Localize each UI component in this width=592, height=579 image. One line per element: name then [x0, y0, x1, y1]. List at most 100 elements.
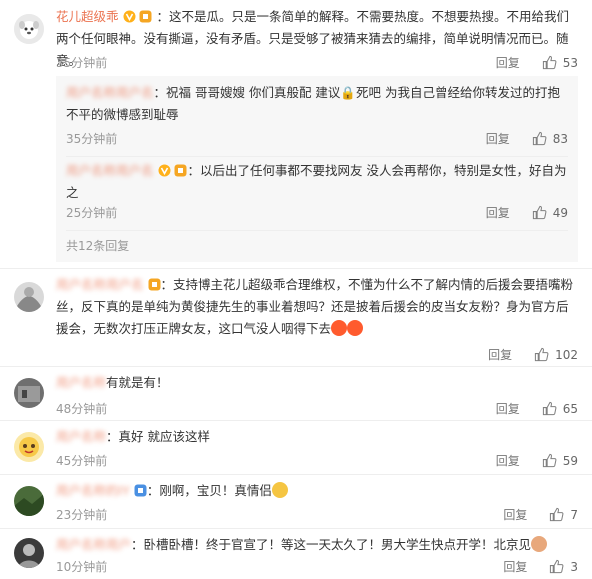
verified-badge-icon: [123, 8, 136, 23]
like-button[interactable]: 49: [532, 205, 568, 220]
face-emoji-icon: [531, 536, 548, 552]
fan-badge-icon: [148, 276, 161, 291]
comment-actions: 回复 102: [488, 346, 578, 363]
reply-actions: 回复 49: [486, 204, 568, 221]
comment-text: ：真好 就应该这样: [106, 429, 210, 444]
like-button[interactable]: 83: [532, 131, 568, 146]
like-count: 7: [570, 507, 578, 522]
like-button[interactable]: 3: [549, 559, 578, 574]
thumbs-up-icon: [550, 559, 564, 574]
divider: [0, 268, 592, 269]
like-button[interactable]: 53: [542, 55, 578, 70]
comment-body: 用户名称：真好 就应该这样: [56, 426, 578, 448]
avatar[interactable]: [14, 282, 44, 312]
thumbs-up-icon: [534, 347, 549, 362]
comment-text: ：刚啊，宝贝！真情侣: [146, 483, 272, 498]
reply-meta: 35分钟前 回复 83: [66, 130, 568, 148]
comment-actions: 回复 59: [496, 452, 578, 469]
comment-meta: 35分钟前 回复 53: [56, 54, 578, 72]
comment-body: 用户名称有就是有！: [56, 372, 578, 394]
timestamp: 10分钟前: [56, 560, 108, 574]
divider: [66, 230, 568, 231]
thumbs-up-icon: [532, 131, 547, 146]
thumbs-up-icon: [542, 453, 557, 468]
divider: [0, 528, 592, 529]
divider: [0, 366, 592, 367]
thumbs-up-icon: [542, 401, 557, 416]
thumbs-up-icon: [532, 205, 547, 220]
like-button[interactable]: 7: [549, 507, 578, 522]
like-count: 59: [562, 453, 578, 468]
reply-button[interactable]: 回复: [496, 452, 520, 469]
like-button[interactable]: 59: [542, 453, 578, 468]
reply-button[interactable]: 回复: [496, 400, 520, 417]
thumbs-up-icon: [542, 55, 557, 70]
like-count: 102: [555, 347, 578, 362]
username[interactable]: 用户名称用户名: [56, 277, 144, 292]
fan-badge-icon: [174, 162, 187, 177]
like-count: 3: [570, 559, 578, 574]
username[interactable]: 用户名称用户名: [66, 163, 154, 178]
comment-actions: 回复 3: [503, 558, 578, 575]
reply-button[interactable]: 回复: [486, 130, 510, 147]
timestamp: 35分钟前: [56, 56, 108, 70]
comment-meta: 23分钟前 回复 7: [56, 506, 578, 524]
reply-thread: 用户名称用户名：祝福 哥哥嫂嫂 你们真般配 建议🔒死吧 为我自己曾经给你转发过的…: [56, 76, 578, 262]
reply-body: 用户名称用户名 ：以后出了任何事都不要找网友 没人会再帮你，特别是女性，好自为之: [66, 160, 568, 204]
timestamp: 45分钟前: [56, 454, 108, 468]
like-count: 53: [562, 55, 578, 70]
comment-body: 用户名称用户：卧槽卧槽！终于官宣了！等这一天太久了！男大学生快点开学！北京见: [56, 534, 578, 556]
like-count: 65: [562, 401, 578, 416]
reply-meta: 25分钟前 回复 49: [66, 204, 568, 222]
username[interactable]: 用户名称用户: [56, 537, 131, 552]
like-button[interactable]: 102: [534, 347, 578, 362]
timestamp: 48分钟前: [56, 402, 108, 416]
comment-actions: 回复 7: [503, 506, 578, 523]
verified-badge-icon: [158, 162, 171, 177]
like-count: 83: [552, 131, 568, 146]
comment-feed: 花儿超级乖 ：这不是瓜。只是一条简单的解释。不需要热度。不想要热搜。不用给我们两…: [0, 0, 592, 579]
reply-button[interactable]: 回复: [503, 558, 527, 575]
comment-meta: 回复 102: [56, 346, 578, 364]
username[interactable]: 用户名称的IY: [56, 483, 130, 498]
reply-button[interactable]: 回复: [488, 346, 512, 363]
timestamp: 35分钟前: [66, 132, 118, 146]
divider: [0, 474, 592, 475]
view-more-replies-link[interactable]: 共12条回复: [66, 237, 129, 254]
timestamp: 23分钟前: [56, 508, 108, 522]
comment-meta: 10分钟前 回复 3: [56, 558, 578, 576]
username[interactable]: 用户名称用户名: [66, 85, 154, 100]
comment-meta: 45分钟前 回复 59: [56, 452, 578, 470]
like-count: 49: [552, 205, 568, 220]
reply-actions: 回复 83: [486, 130, 568, 147]
avatar[interactable]: [14, 538, 44, 568]
avatar[interactable]: [14, 486, 44, 516]
reply-button[interactable]: 回复: [503, 506, 527, 523]
angry-emoji-icon: [331, 320, 348, 336]
divider: [66, 156, 568, 157]
comment-actions: 回复 65: [496, 400, 578, 417]
username[interactable]: 花儿超级乖: [56, 9, 119, 24]
reply-body: 用户名称用户名：祝福 哥哥嫂嫂 你们真般配 建议🔒死吧 为我自己曾经给你转发过的…: [66, 82, 568, 126]
comment-text: 有就是有！: [106, 375, 169, 390]
timestamp: 25分钟前: [66, 206, 118, 220]
fan-badge-icon: [139, 8, 152, 23]
comment-meta: 48分钟前 回复 65: [56, 400, 578, 418]
fan-badge-icon: [134, 482, 147, 497]
like-button[interactable]: 65: [542, 401, 578, 416]
username[interactable]: 用户名称: [56, 429, 106, 444]
cute-emoji-icon: [271, 482, 288, 498]
comment-body: 用户名称用户名 ：支持博主花儿超级乖合理维权，不懂为什么不了解内情的后援会要捂嘴…: [56, 274, 578, 340]
avatar[interactable]: [14, 432, 44, 462]
thumbs-up-icon: [550, 507, 564, 522]
comment-body: 用户名称的IY ：刚啊，宝贝！真情侣: [56, 480, 578, 502]
avatar[interactable]: [14, 378, 44, 408]
reply-button[interactable]: 回复: [496, 54, 520, 71]
reply-button[interactable]: 回复: [486, 204, 510, 221]
username[interactable]: 用户名称: [56, 375, 106, 390]
comment-text: ：卧槽卧槽！终于官宣了！等这一天太久了！男大学生快点开学！北京见: [131, 537, 532, 552]
avatar[interactable]: [14, 14, 44, 44]
angry-emoji-icon: [347, 320, 364, 336]
divider: [0, 420, 592, 421]
comment-actions: 回复 53: [496, 54, 578, 71]
